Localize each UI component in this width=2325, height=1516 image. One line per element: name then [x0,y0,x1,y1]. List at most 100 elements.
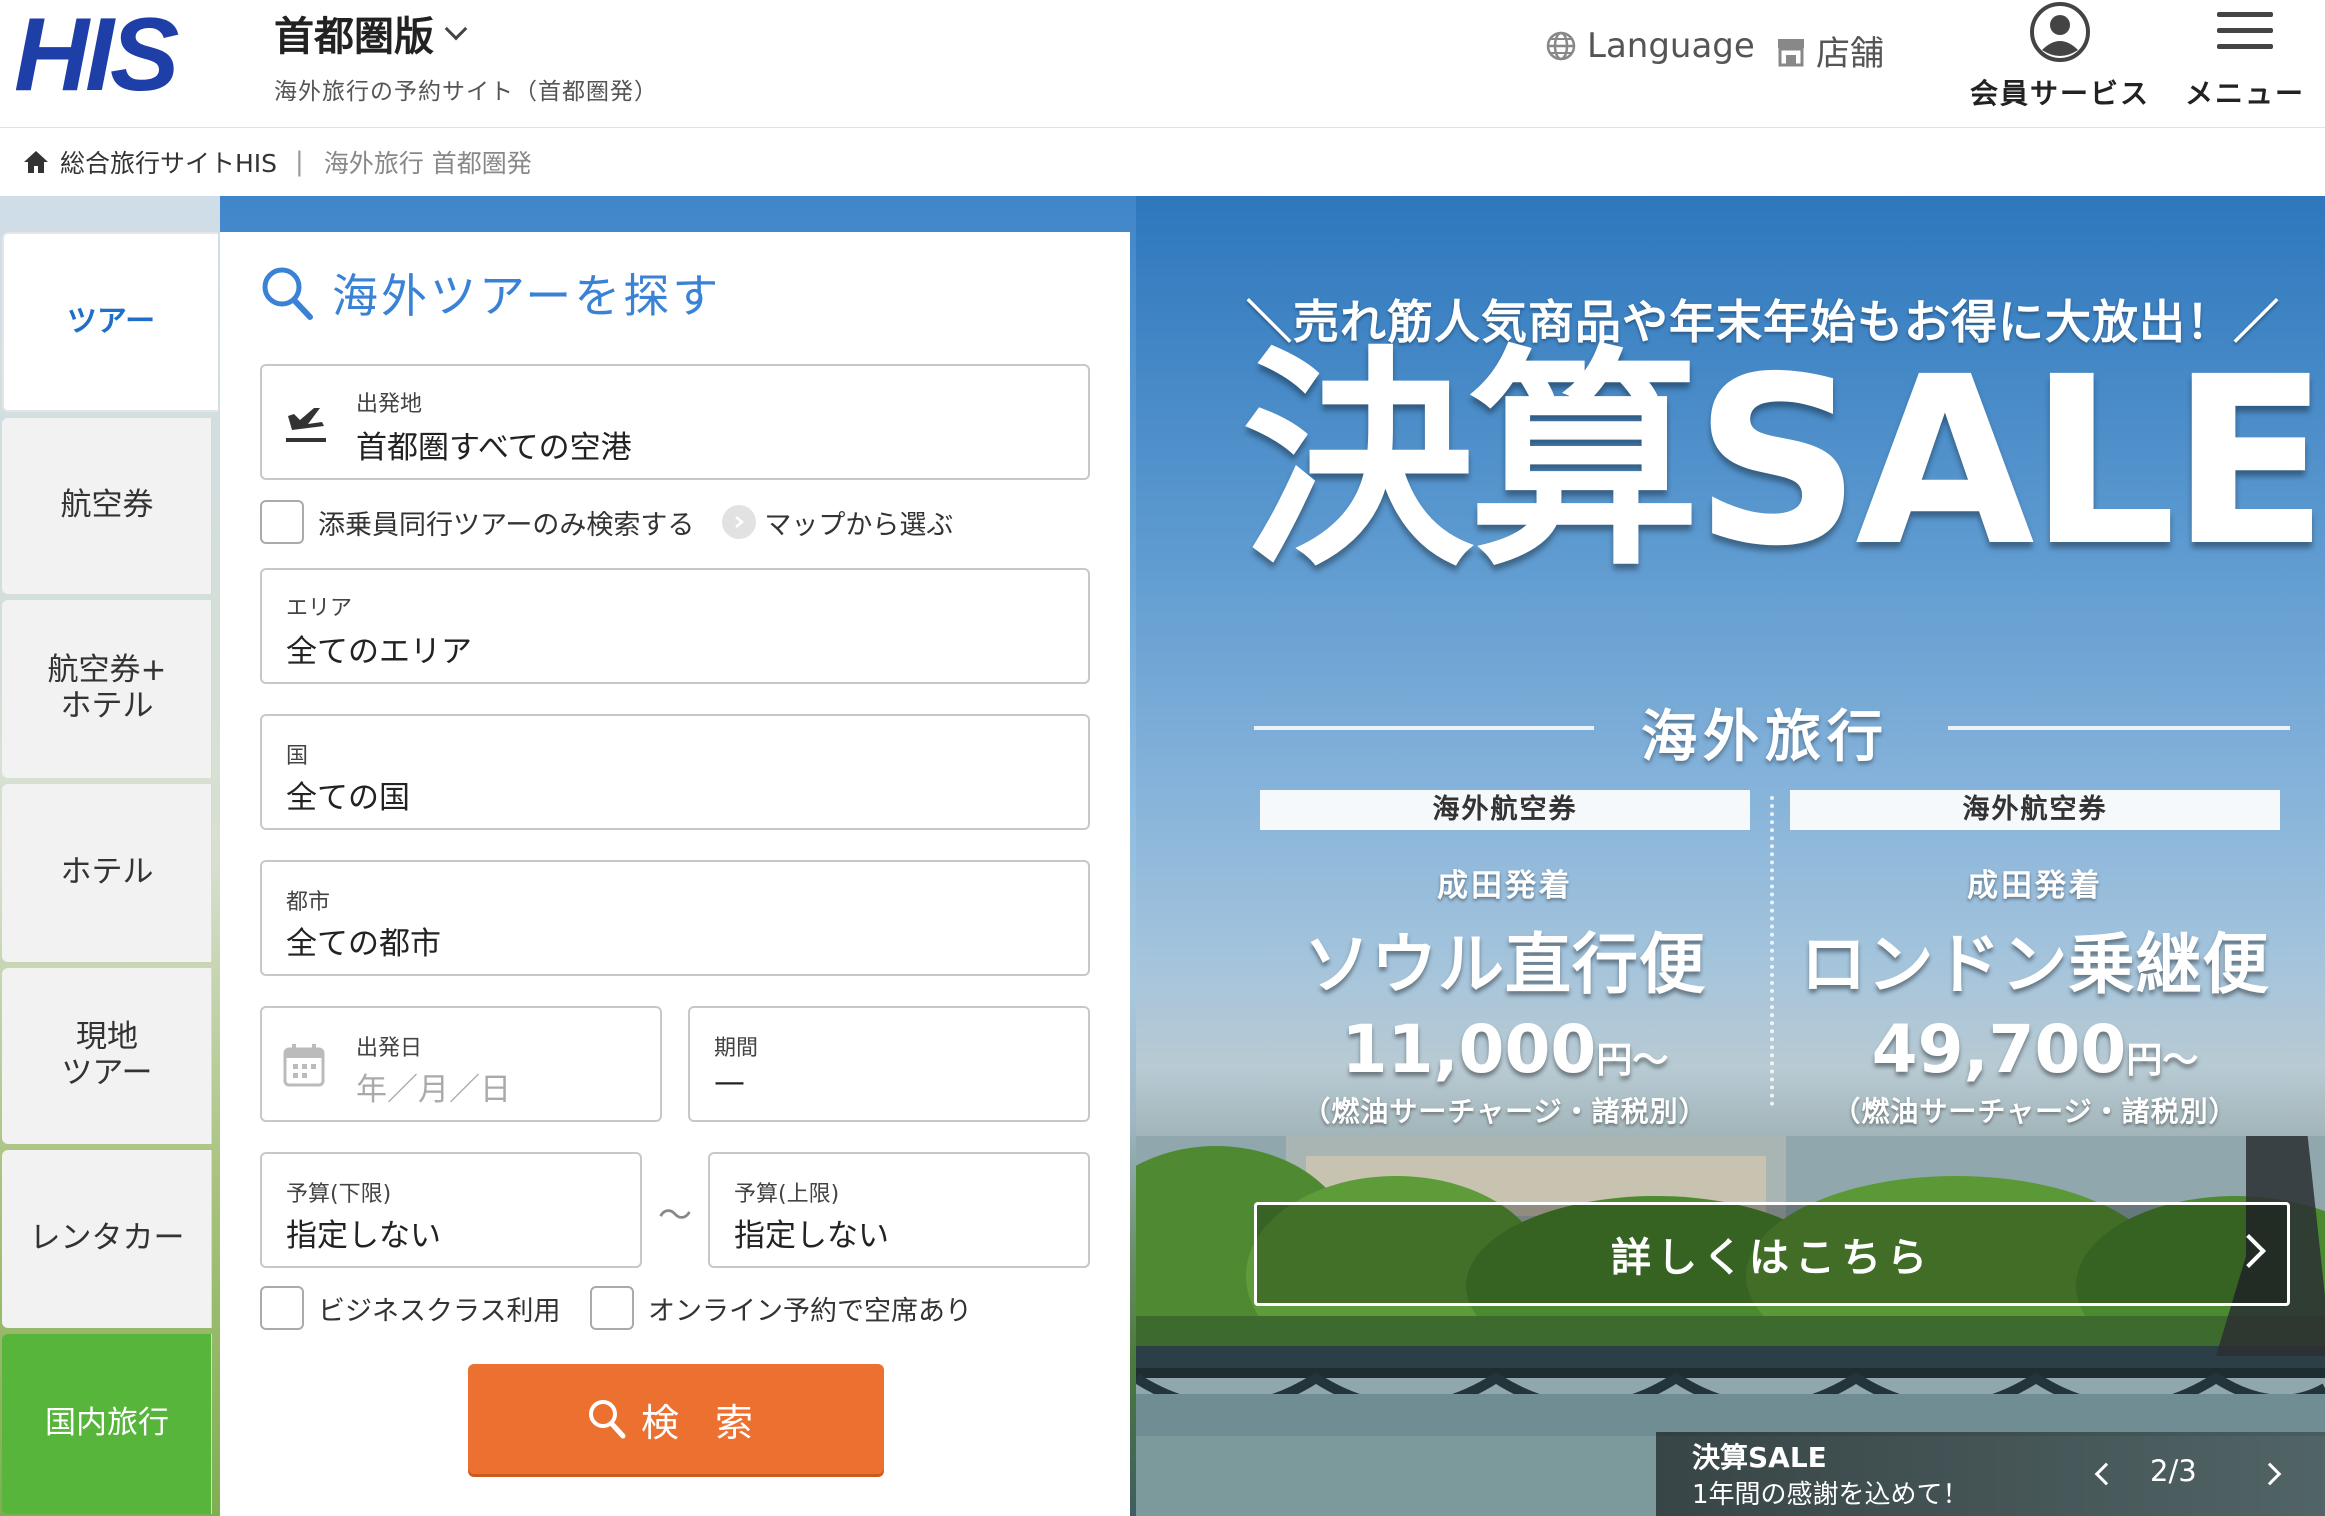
banner-rule-right [1948,726,2290,730]
search-icon [588,1400,626,1439]
escort-only-option: 添乗員同行ツアーのみ検索する マップから選ぶ [260,500,953,544]
language-label: Language [1587,26,1755,66]
deal-price-value: 49,700 [1871,1011,2127,1088]
banner-headline: 決算SALE [1242,327,2325,597]
deal-category: 海外航空券 [1260,790,1750,830]
airplane-takeoff-icon [286,408,326,442]
tab-rental-car[interactable]: レンタカー [2,1150,212,1328]
banner-deal-card: 海外航空券 成田発着 ロンドン乗継便 49,700円〜 （燃油サーチャージ・諸税… [1790,790,2280,1130]
online-available-checkbox[interactable] [590,1286,634,1330]
globe-icon [1546,31,1576,61]
menu-label: メニュー [2184,77,2305,110]
search-button-label: 検 索 [640,1400,766,1445]
tab-local-tour[interactable]: 現地 ツアー [2,968,212,1144]
breadcrumb-home[interactable]: 総合旅行サイトHIS [22,144,277,180]
period-value: — [714,1064,745,1100]
deal-note: （燃油サーチャージ・諸税別） [1302,1095,1708,1128]
departure-value: 首都圏すべての空港 [356,430,632,466]
budget-min-value: 指定しない [286,1218,441,1254]
store-label: 店舗 [1816,34,1884,74]
store-link[interactable]: 店舗 [1776,26,1884,75]
deal-price-suffix: 円〜 [2126,1040,2199,1081]
site-subtitle: 海外旅行の予約サイト（首都圏発） [274,79,658,105]
budget-min-field[interactable]: 予算(下限) 指定しない [260,1152,642,1268]
breadcrumb-separator: | [295,147,304,177]
business-class-option: ビジネスクラス利用 [260,1286,560,1330]
budget-max-label: 予算(上限) [734,1182,840,1207]
period-field[interactable]: 期間 — [688,1006,1090,1122]
escort-only-checkbox[interactable] [260,500,304,544]
deal-price-value: 11,000 [1341,1011,1597,1088]
deal-origin: 成田発着 [1967,868,2103,904]
departure-field[interactable]: 出発地 首都圏すべての空港 [260,364,1090,480]
region-title: 首都圏版 [274,14,434,60]
tab-air-hotel[interactable]: 航空券+ ホテル [2,600,212,778]
deal-price-suffix: 円〜 [1596,1040,1669,1081]
deal-origin: 成田発着 [1437,868,1573,904]
business-class-checkbox[interactable] [260,1286,304,1330]
carousel-counter: 2/3 [2150,1454,2197,1488]
his-logo[interactable]: HIS [14,0,234,113]
logo-text: HIS [14,4,179,100]
menu-button[interactable]: メニュー [2180,0,2310,112]
map-select-label: マップから選ぶ [764,509,954,541]
banner-details-label: 詳しくはこちら [1611,1235,1933,1281]
country-field[interactable]: 国 全ての国 [260,714,1090,830]
tab-hotel[interactable]: ホテル [2,784,212,962]
hamburger-menu-icon [2217,12,2273,49]
search-button[interactable]: 検 索 [468,1364,884,1474]
chevron-right-circle-icon [722,505,757,539]
area-value: 全てのエリア [286,634,472,670]
budget-max-field[interactable]: 予算(上限) 指定しない [708,1152,1090,1268]
area-label: エリア [286,596,353,621]
period-label: 期間 [714,1036,759,1061]
sale-banner[interactable]: ＼売れ筋人気商品や年末年始もお得に大放出！／ 決算SALE 海外旅行 海外航空券… [1136,196,2325,1516]
online-available-label: オンライン予約で空席あり [648,1295,972,1327]
form-title-text: 海外ツアーを探す [332,269,722,323]
chevron-right-icon [2232,1234,2266,1268]
map-select-link[interactable]: マップから選ぶ [722,503,953,542]
carousel-next-button[interactable] [2250,1454,2290,1494]
country-label: 国 [286,744,309,769]
breadcrumb: 総合旅行サイトHIS | 海外旅行 首都圏発 [0,128,2325,196]
tour-search-form: 海外ツアーを探す 出発地 首都圏すべての空港 添乗員同行ツアーのみ検索する マッ… [220,232,1130,1516]
business-class-label: ビジネスクラス利用 [318,1295,561,1327]
home-icon [24,151,48,173]
carousel-caption[interactable]: 決算SALE 1年間の感謝を込めて！ 2/3 [1656,1432,2325,1516]
deal-note: （燃油サーチャージ・諸税別） [1832,1095,2238,1128]
country-value: 全ての国 [286,780,410,816]
deal-route: ロンドン乗継便 [1800,926,2270,1003]
budget-min-label: 予算(下限) [286,1182,392,1207]
member-service-button[interactable]: 会員サービス [1970,0,2150,112]
banner-dotted-divider [1770,796,1774,1106]
chevron-right-icon [2258,1462,2282,1486]
store-icon [1778,38,1804,66]
tab-air-ticket[interactable]: 航空券 [2,418,212,594]
region-selector[interactable]: 首都圏版 [274,4,468,62]
city-field[interactable]: 都市 全ての都市 [260,860,1090,976]
user-icon [2030,2,2090,62]
city-value: 全ての都市 [286,926,441,962]
language-link[interactable]: Language [1545,26,1755,66]
tab-domestic-travel[interactable]: 国内旅行 [2,1334,212,1514]
caption-title: 決算SALE [1692,1441,1827,1474]
area-field[interactable]: エリア 全てのエリア [260,568,1090,684]
banner-section-label: 海外旅行 [1641,705,1889,770]
deal-price: 11,000円〜 [1260,1011,1750,1088]
deal-category: 海外航空券 [1790,790,2280,830]
city-label: 都市 [286,890,331,915]
budget-max-value: 指定しない [734,1218,889,1254]
departure-date-placeholder: 年／月／日 [356,1072,511,1108]
departure-date-field[interactable]: 出発日 年／月／日 [260,1006,662,1122]
carousel-prev-button[interactable] [2086,1454,2126,1494]
site-header: HIS 首都圏版 海外旅行の予約サイト（首都圏発） Language 店舗 会員… [0,0,2325,128]
online-available-option: オンライン予約で空席あり [590,1286,972,1330]
tab-tour[interactable]: ツアー [2,232,218,412]
banner-rule-left [1254,726,1594,730]
banner-details-button[interactable]: 詳しくはこちら [1254,1202,2290,1306]
hero-section: ＼売れ筋人気商品や年末年始もお得に大放出！／ 決算SALE 海外旅行 海外航空券… [0,196,2325,1516]
calendar-icon [283,1044,325,1087]
departure-date-label: 出発日 [356,1036,423,1061]
caption-subtitle: 1年間の感謝を込めて！ [1692,1480,1969,1510]
search-icon [262,267,313,320]
